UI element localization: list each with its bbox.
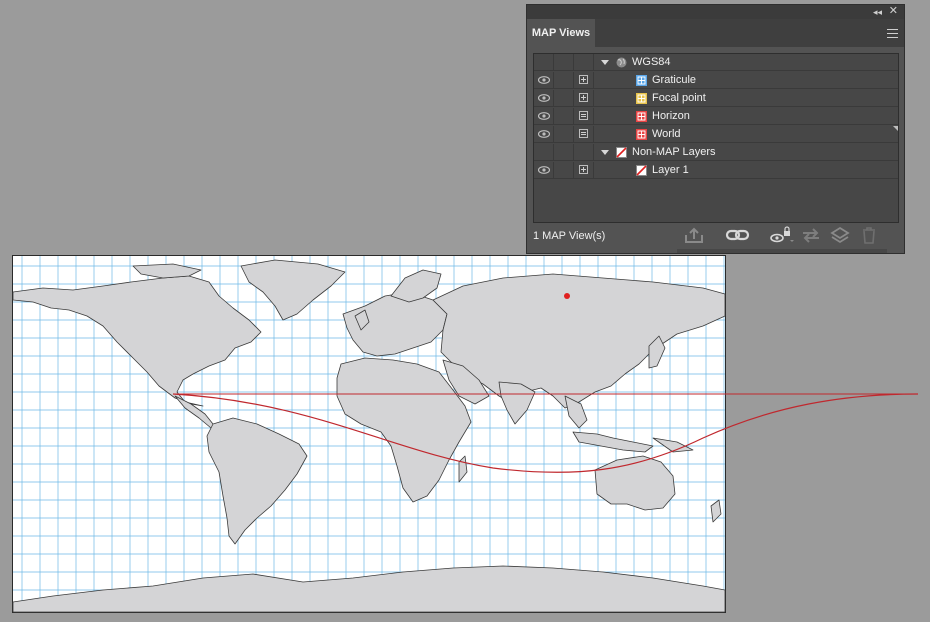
visibility-cell[interactable] — [534, 162, 554, 179]
non-map-layer-icon — [616, 147, 627, 158]
visibility-eye-icon[interactable] — [538, 112, 550, 120]
expand-plus-icon[interactable] — [579, 93, 588, 102]
layer-row-wgs84[interactable]: WGS84 — [534, 54, 898, 71]
layer-label: WGS84 — [632, 56, 671, 68]
lock-cell[interactable] — [554, 162, 574, 179]
tab-map-views[interactable]: MAP Views — [527, 19, 595, 47]
expand-cell[interactable] — [574, 162, 594, 179]
visibility-cell[interactable] — [534, 108, 554, 125]
globe-icon — [616, 57, 627, 68]
expand-plus-icon[interactable] — [579, 75, 588, 84]
antarctica-landmass — [12, 565, 726, 613]
eye-lock-icon[interactable] — [769, 225, 795, 245]
focal-point-icon — [636, 93, 647, 104]
disclosure-triangle-icon[interactable] — [601, 150, 609, 155]
visibility-cell[interactable] — [534, 72, 554, 89]
disclosure-triangle-icon[interactable] — [601, 60, 609, 65]
greenland-landmass — [240, 259, 346, 321]
close-icon[interactable]: ✕ — [889, 5, 898, 18]
layer-row-horizon[interactable]: Horizon — [534, 108, 898, 125]
indonesia-landmass — [572, 431, 654, 453]
expand-cell[interactable] — [574, 54, 594, 71]
visibility-eye-icon[interactable] — [538, 76, 550, 84]
visibility-eye-icon[interactable] — [538, 130, 550, 138]
expand-cell[interactable] — [574, 72, 594, 89]
expand-plus-icon[interactable] — [579, 165, 588, 174]
map-view-count: 1 MAP View(s) — [533, 230, 606, 242]
world-map-artboard[interactable] — [12, 255, 919, 613]
panel-tab-bar: MAP Views — [527, 19, 904, 47]
horizon-icon — [636, 111, 647, 122]
link-icon[interactable] — [725, 225, 751, 245]
hamburger-menu-icon[interactable] — [887, 26, 898, 40]
world-layer-icon — [636, 129, 647, 140]
swap-arrows-icon[interactable] — [799, 225, 825, 245]
lock-cell[interactable] — [554, 72, 574, 89]
lock-cell[interactable] — [554, 126, 574, 143]
visibility-cell[interactable] — [534, 126, 554, 143]
expand-cell[interactable] — [574, 126, 594, 143]
lock-cell[interactable] — [554, 108, 574, 125]
focal-point-marker — [564, 293, 570, 299]
document-icon[interactable] — [579, 111, 588, 120]
expand-cell[interactable] — [574, 108, 594, 125]
non-map-layer-icon — [636, 165, 647, 176]
layer-label: Horizon — [652, 110, 690, 122]
export-icon[interactable] — [683, 225, 705, 245]
layers-icon[interactable] — [829, 225, 851, 245]
world-map — [12, 256, 919, 613]
layer-label: Graticule — [652, 74, 697, 86]
visibility-cell[interactable] — [534, 90, 554, 107]
layer-label: Non-MAP Layers — [632, 146, 716, 158]
layer-label: Focal point — [652, 92, 706, 104]
visibility-cell[interactable] — [534, 54, 554, 71]
visibility-eye-icon[interactable] — [538, 166, 550, 174]
scroll-corner-marker — [893, 126, 898, 131]
layer-row-focal-point[interactable]: Focal point — [534, 90, 898, 107]
layer-label: Layer 1 — [652, 164, 689, 176]
layer-label: World — [652, 128, 681, 140]
panel-scrollbar[interactable] — [677, 249, 887, 253]
layer-row-world[interactable]: World — [534, 126, 898, 143]
panel-titlebar[interactable]: ◂◂ ✕ — [527, 5, 904, 19]
map-views-panel: ◂◂ ✕ MAP Views WGS84 Graticule Focal point… — [526, 4, 905, 254]
layers-list: WGS84 Graticule Focal point Horizon World Non… — [533, 53, 899, 223]
visibility-cell[interactable] — [534, 144, 554, 161]
visibility-eye-icon[interactable] — [538, 94, 550, 102]
expand-cell[interactable] — [574, 144, 594, 161]
graticule-icon — [636, 75, 647, 86]
trash-icon[interactable] — [859, 225, 879, 245]
north-america-landmass — [12, 275, 262, 407]
new-zealand-landmass — [710, 499, 722, 523]
layer-row-non-map[interactable]: Non-MAP Layers — [534, 144, 898, 161]
layer-row-graticule[interactable]: Graticule — [534, 72, 898, 89]
lock-cell[interactable] — [554, 144, 574, 161]
madagascar-landmass — [458, 455, 468, 483]
document-icon[interactable] — [579, 129, 588, 138]
scandinavia-landmass — [390, 269, 442, 303]
collapse-panel-icon[interactable]: ◂◂ — [873, 6, 882, 18]
layer-row-layer-1[interactable]: Layer 1 — [534, 162, 898, 179]
expand-cell[interactable] — [574, 90, 594, 107]
lock-cell[interactable] — [554, 90, 574, 107]
lock-cell[interactable] — [554, 54, 574, 71]
